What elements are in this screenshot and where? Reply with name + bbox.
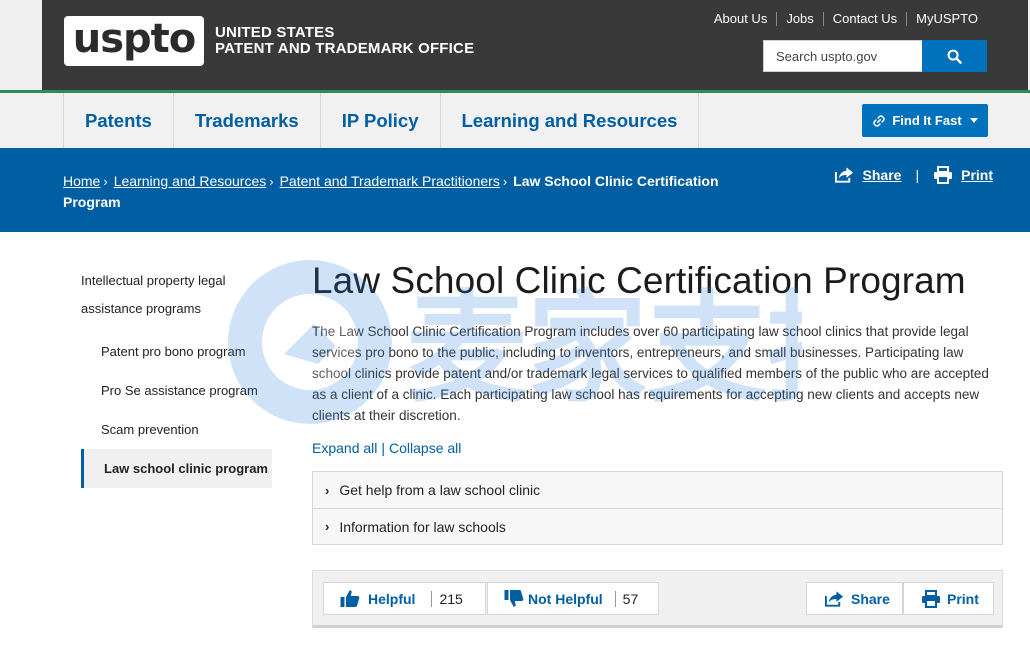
- utility-link-about-us[interactable]: About Us: [705, 12, 776, 26]
- search-button[interactable]: [922, 40, 987, 72]
- nav-item-ip-policy[interactable]: IP Policy: [319, 93, 440, 148]
- main-nav: Patents Trademarks IP Policy Learning an…: [0, 93, 1030, 148]
- page-title: Law School Clinic Certification Program: [312, 260, 966, 301]
- find-it-fast-label: Find It Fast: [892, 113, 962, 128]
- caret-down-icon: [969, 118, 978, 123]
- feedback-share-label: Share: [851, 590, 890, 607]
- nav-item-patents[interactable]: Patents: [63, 93, 173, 148]
- accordion-item-law-schools[interactable]: › Information for law schools: [313, 508, 1002, 544]
- sidebar-item-ip-legal-assistance[interactable]: Intellectual property legal assistance p…: [81, 267, 272, 323]
- search-input[interactable]: [763, 40, 922, 72]
- feedback-print-label: Print: [947, 590, 979, 607]
- thumbs-up-icon: [340, 590, 360, 607]
- print-link[interactable]: Print: [933, 166, 993, 184]
- print-icon: [934, 166, 953, 184]
- search-icon: [947, 49, 962, 64]
- accordion-item-get-help[interactable]: › Get help from a law school clinic: [313, 472, 1002, 508]
- sidebar-item-scam-prevention[interactable]: Scam prevention: [81, 410, 272, 449]
- share-icon: [834, 167, 853, 183]
- nav-item-learning-resources[interactable]: Learning and Resources: [439, 93, 700, 148]
- thumbs-down-icon: [504, 590, 524, 607]
- accordion: › Get help from a law school clinic › In…: [312, 471, 1003, 545]
- uspto-logo[interactable]: uspto: [64, 16, 204, 66]
- feedback-print-button[interactable]: Print: [903, 582, 994, 615]
- breadcrumb-band: Home › Learning and Resources › Patent and T…: [0, 148, 1030, 232]
- accordion-item-label: Information for law schools: [339, 518, 506, 535]
- site-search: [763, 40, 987, 72]
- logo-text: uspto: [72, 16, 197, 62]
- agency-line-1: UNITED STATES: [215, 24, 335, 41]
- feedback-bar: Helpful 215 Not Helpful 57 Share Print: [312, 570, 1003, 628]
- not-helpful-button[interactable]: Not Helpful 57: [487, 582, 659, 615]
- print-icon: [922, 589, 940, 608]
- sidebar-item-patent-pro-bono[interactable]: Patent pro bono program: [81, 332, 272, 371]
- sidebar-nav: Intellectual property legal assistance p…: [81, 267, 272, 488]
- utility-link-myuspto[interactable]: MyUSPTO: [906, 12, 978, 26]
- accordion-controls-separator: |: [381, 440, 386, 456]
- chevron-right-icon: ›: [325, 519, 330, 534]
- site-header: uspto UNITED STATES PATENT AND TRADEMARK…: [0, 0, 1030, 93]
- breadcrumb-separator: ›: [269, 174, 274, 189]
- chevron-right-icon: ›: [325, 482, 330, 498]
- agency-line-2: PATENT AND TRADEMARK OFFICE: [215, 40, 475, 57]
- share-label: Share: [862, 167, 902, 183]
- agency-name: UNITED STATES PATENT AND TRADEMARK OFFIC…: [215, 25, 474, 57]
- print-label: Print: [961, 167, 993, 183]
- collapse-all-link[interactable]: Collapse all: [389, 440, 461, 456]
- page-actions: Share | Print: [834, 166, 993, 184]
- accordion-controls: Expand all | Collapse all: [312, 440, 1012, 456]
- helpful-count: 215: [431, 590, 463, 607]
- main-content: Law School Clinic Certification Program …: [312, 258, 1012, 456]
- breadcrumb-link-home[interactable]: Home: [63, 173, 100, 189]
- actions-divider: |: [915, 167, 920, 183]
- utility-nav: About Us Jobs Contact Us MyUSPTO: [705, 12, 978, 26]
- breadcrumb-separator: ›: [502, 174, 508, 189]
- link-icon: [873, 114, 886, 127]
- main-nav-items: Patents Trademarks IP Policy Learning an…: [63, 93, 700, 148]
- not-helpful-label: Not Helpful: [528, 590, 603, 607]
- share-icon: [824, 590, 844, 607]
- accordion-item-label: Get help from a law school clinic: [339, 482, 541, 498]
- breadcrumb: Home › Learning and Resources › Patent and T…: [63, 171, 763, 213]
- helpful-button[interactable]: Helpful 215: [323, 582, 486, 615]
- intro-paragraph: The Law School Clinic Certification Prog…: [312, 324, 989, 423]
- breadcrumb-link-practitioners[interactable]: Patent and Trademark Practitioners: [280, 173, 500, 189]
- breadcrumb-separator: ›: [103, 174, 108, 189]
- find-it-fast-button[interactable]: Find It Fast: [862, 104, 988, 137]
- breadcrumb-link-learning-resources[interactable]: Learning and Resources: [114, 173, 267, 189]
- utility-link-contact-us[interactable]: Contact Us: [822, 12, 906, 26]
- sidebar-item-pro-se-assistance[interactable]: Pro Se assistance program: [81, 371, 272, 410]
- helpful-label: Helpful: [368, 590, 416, 607]
- sidebar-item-law-school-clinic[interactable]: Law school clinic program: [81, 449, 272, 488]
- share-link[interactable]: Share: [834, 166, 902, 184]
- not-helpful-count: 57: [614, 590, 638, 607]
- feedback-share-button[interactable]: Share: [806, 582, 903, 615]
- nav-item-trademarks[interactable]: Trademarks: [172, 93, 320, 148]
- expand-all-link[interactable]: Expand all: [312, 440, 377, 456]
- utility-link-jobs[interactable]: Jobs: [776, 12, 822, 26]
